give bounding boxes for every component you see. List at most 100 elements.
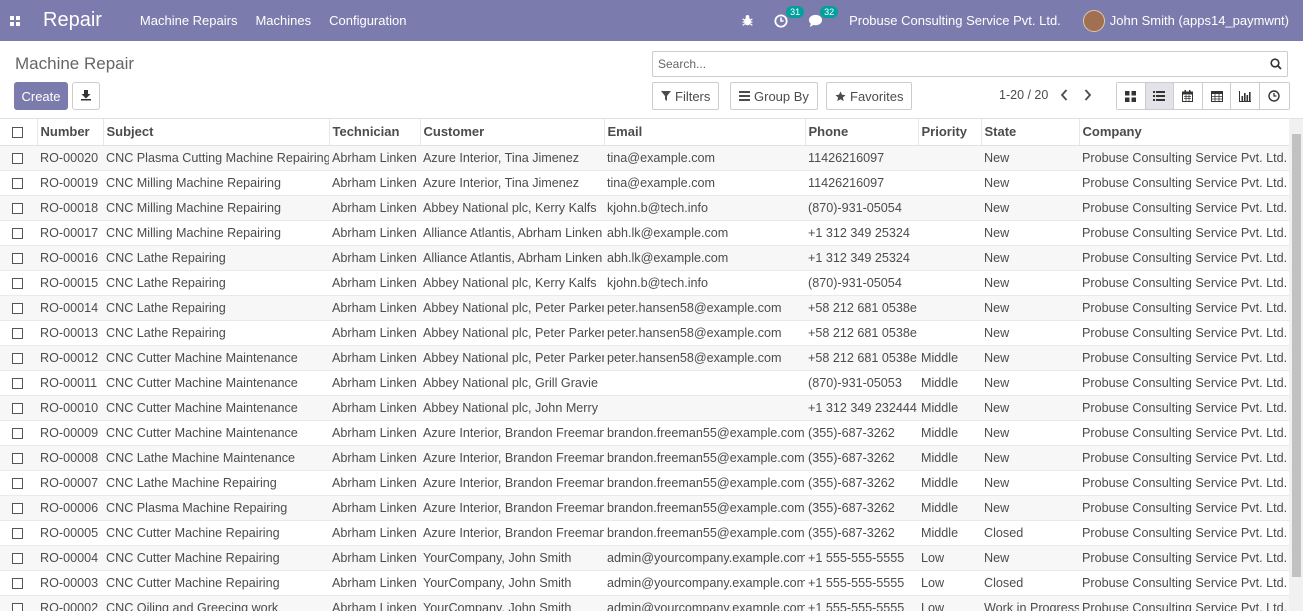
app-title[interactable]: Repair [43, 9, 102, 32]
search-input[interactable] [653, 53, 1265, 75]
messages-icon[interactable]: 32 [808, 5, 839, 28]
row-select-cell[interactable] [0, 145, 37, 171]
row-checkbox[interactable] [12, 527, 23, 539]
table-row[interactable]: RO-00011 CNC Cutter Machine Maintenance Ab… [0, 370, 1289, 396]
row-checkbox[interactable] [12, 177, 23, 189]
row-select-cell[interactable] [0, 570, 37, 596]
row-checkbox[interactable] [12, 477, 23, 489]
row-checkbox[interactable] [12, 277, 23, 289]
table-row[interactable]: RO-00018 CNC Milling Machine Repairing Abr… [0, 195, 1289, 221]
row-checkbox[interactable] [12, 402, 23, 414]
column-header-subject[interactable]: Subject [103, 119, 330, 146]
cell-state: Closed [981, 570, 1079, 596]
column-header-phone[interactable]: Phone [805, 119, 919, 146]
row-select-cell[interactable] [0, 470, 37, 496]
graph-view-button[interactable] [1231, 83, 1260, 109]
row-select-cell[interactable] [0, 170, 37, 196]
row-select-cell[interactable] [0, 270, 37, 296]
row-select-cell[interactable] [0, 420, 37, 446]
table-row[interactable]: RO-00004 CNC Cutter Machine Repairing Abrh… [0, 545, 1289, 571]
column-header-technician[interactable]: Technician [329, 119, 421, 146]
table-row[interactable]: RO-00003 CNC Cutter Machine Repairing Abrh… [0, 570, 1289, 596]
row-select-cell[interactable] [0, 445, 37, 471]
table-row[interactable]: RO-00009 CNC Cutter Machine Maintenance Ab… [0, 420, 1289, 446]
row-checkbox[interactable] [12, 352, 23, 364]
filter-icon [661, 91, 671, 101]
column-header-priority[interactable]: Priority [918, 119, 982, 146]
row-select-cell[interactable] [0, 295, 37, 321]
row-checkbox[interactable] [12, 227, 23, 239]
scrollbar-thumb[interactable] [1292, 134, 1301, 577]
pivot-view-button[interactable] [1202, 83, 1232, 109]
row-checkbox[interactable] [12, 202, 23, 214]
row-checkbox[interactable] [12, 552, 23, 564]
row-select-cell[interactable] [0, 595, 37, 611]
row-checkbox[interactable] [12, 602, 23, 611]
vertical-scrollbar[interactable] [1289, 119, 1303, 611]
pager-previous-icon[interactable] [1057, 88, 1071, 102]
group-by-button[interactable]: Group By [730, 82, 818, 110]
row-checkbox[interactable] [12, 502, 23, 514]
user-menu[interactable]: John Smith (apps14_paymwnt) [1110, 13, 1289, 28]
table-row[interactable]: RO-00002 CNC Oiling and Greecing work Abrh… [0, 595, 1289, 611]
table-row[interactable]: RO-00010 CNC Cutter Machine Maintenance Ab… [0, 395, 1289, 421]
table-row[interactable]: RO-00007 CNC Lathe Machine Repairing Abrha… [0, 470, 1289, 496]
list-view-button[interactable] [1145, 83, 1175, 109]
table-row[interactable]: RO-00017 CNC Milling Machine Repairing Abr… [0, 220, 1289, 246]
apps-menu-icon[interactable] [0, 0, 30, 41]
select-all-checkbox[interactable] [12, 127, 23, 139]
column-header-customer[interactable]: Customer [420, 119, 605, 146]
row-select-cell[interactable] [0, 220, 37, 246]
row-checkbox[interactable] [12, 327, 23, 339]
debug-bug-icon[interactable] [741, 14, 754, 27]
pager-value[interactable]: 1-20 / 20 [999, 88, 1048, 102]
table-row[interactable]: RO-00019 CNC Milling Machine Repairing Abr… [0, 170, 1289, 196]
row-checkbox[interactable] [12, 377, 23, 389]
table-row[interactable]: RO-00015 CNC Lathe Repairing Abrham Linken… [0, 270, 1289, 296]
cell-customer: YourCompany, John Smith [420, 595, 604, 611]
row-select-cell[interactable] [0, 370, 37, 396]
table-row[interactable]: RO-00014 CNC Lathe Repairing Abrham Linken… [0, 295, 1289, 321]
kanban-view-button[interactable] [1117, 83, 1146, 109]
calendar-view-button[interactable] [1174, 83, 1203, 109]
table-row[interactable]: RO-00013 CNC Lathe Repairing Abrham Linken… [0, 320, 1289, 346]
row-checkbox[interactable] [12, 252, 23, 264]
row-checkbox[interactable] [12, 427, 23, 439]
menu-configuration[interactable]: Configuration [329, 13, 406, 28]
column-header-company[interactable]: Company [1079, 119, 1289, 146]
column-header-number[interactable]: Number [37, 119, 104, 146]
search-icon[interactable] [1265, 58, 1287, 70]
row-select-cell[interactable] [0, 545, 37, 571]
table-row[interactable]: RO-00006 CNC Plasma Machine Repairing Abrh… [0, 495, 1289, 521]
menu-machine-repairs[interactable]: Machine Repairs [140, 13, 238, 28]
create-button[interactable]: Create [14, 82, 68, 110]
activity-view-button[interactable] [1259, 83, 1289, 109]
favorites-button[interactable]: Favorites [826, 82, 913, 110]
table-row[interactable]: RO-00012 CNC Cutter Machine Maintenance Ab… [0, 345, 1289, 371]
pager-next-icon[interactable] [1081, 88, 1095, 102]
export-button[interactable] [72, 82, 100, 110]
row-select-cell[interactable] [0, 395, 37, 421]
company-switcher[interactable]: Probuse Consulting Service Pvt. Ltd. [849, 13, 1061, 28]
row-checkbox[interactable] [12, 152, 23, 164]
table-row[interactable]: RO-00005 CNC Cutter Machine Repairing Abrh… [0, 520, 1289, 546]
row-checkbox[interactable] [12, 577, 23, 589]
row-checkbox[interactable] [12, 302, 23, 314]
activity-clock-icon[interactable]: 31 [774, 5, 805, 28]
column-header-state[interactable]: State [981, 119, 1080, 146]
table-row[interactable]: RO-00016 CNC Lathe Repairing Abrham Linken… [0, 245, 1289, 271]
column-header-email[interactable]: Email [604, 119, 806, 146]
filters-button[interactable]: Filters [652, 82, 720, 110]
table-row[interactable]: RO-00020 CNC Plasma Cutting Machine Repai… [0, 145, 1289, 171]
row-select-cell[interactable] [0, 345, 37, 371]
row-select-cell[interactable] [0, 195, 37, 221]
row-select-cell[interactable] [0, 495, 37, 521]
row-checkbox[interactable] [12, 452, 23, 464]
row-select-cell[interactable] [0, 320, 37, 346]
row-select-cell[interactable] [0, 245, 37, 271]
select-all-cell[interactable] [0, 119, 38, 146]
row-select-cell[interactable] [0, 520, 37, 546]
table-row[interactable]: RO-00008 CNC Lathe Machine Maintenance Abr… [0, 445, 1289, 471]
user-avatar[interactable] [1082, 9, 1105, 32]
menu-machines[interactable]: Machines [255, 13, 311, 28]
